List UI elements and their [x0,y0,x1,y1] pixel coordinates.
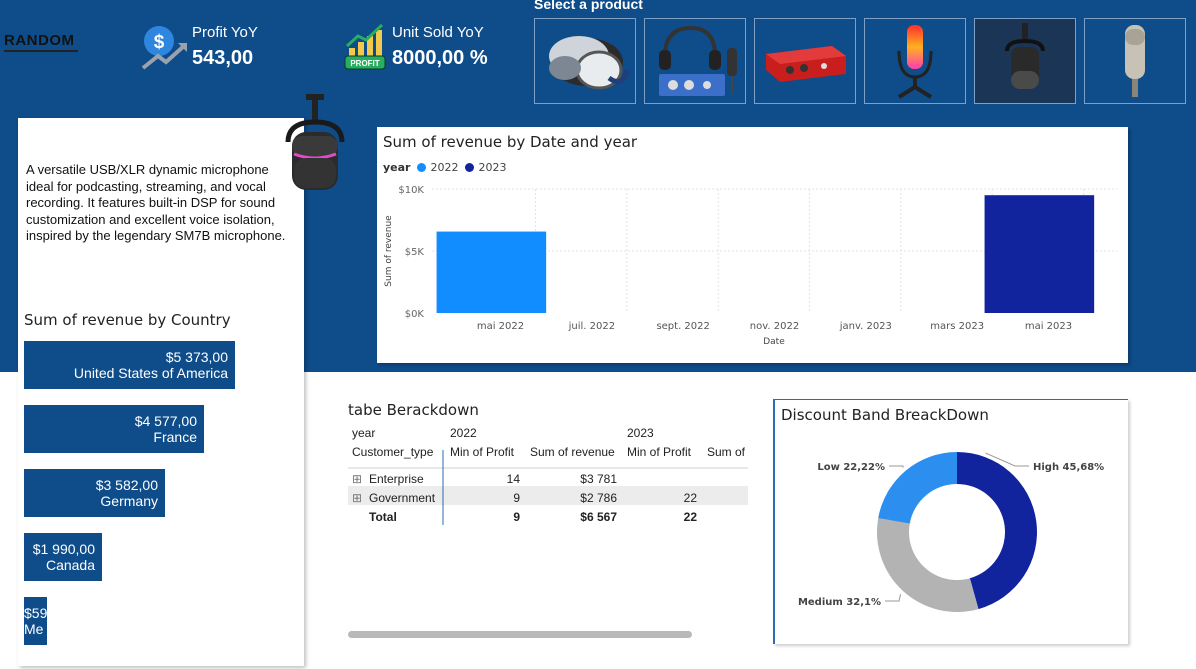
product-tile-condenser-microphone[interactable] [1084,18,1186,104]
country-bar-label: Canada [45,557,95,573]
country-bar-value: $4 577,00 [134,413,197,429]
table-col-sum-2023[interactable]: Sum of [707,445,745,459]
x-tick-label: janv. 2023 [839,321,892,332]
product-description: A versatile USB/XLR dynamic microphone i… [26,162,286,243]
profit-badge-text: PROFIT [350,59,379,68]
table-header-2023: 2023 [627,426,654,440]
logo-text: RANDOM [4,32,75,49]
kpi-profit-value: 543,00 [192,47,254,69]
table-cell-min-profit-2023: 22 [683,491,697,505]
country-bar[interactable]: $3 582,00 Germany [24,469,165,517]
country-bar-label: Germany [100,493,158,509]
table-col-min-profit-2023[interactable]: Min of Profit [627,445,691,459]
dollar-growth-icon: $ [141,26,187,70]
dynamic-microphone-icon [1005,23,1045,89]
table-col-sum-revenue-2022[interactable]: Sum of revenue [530,445,615,459]
kpi-units-value: 8000,00 % [392,47,488,69]
table-cell-min-profit-2022: 14 [506,472,520,486]
table-cell-sum-revenue-2022: $3 781 [580,472,617,486]
expand-row-icon[interactable]: ⊞ [352,472,362,486]
dashboard: RANDOM $ Profit YoY 543,00 PROFIT Unit S… [0,0,1196,669]
country-bar-value: $3 582,00 [95,477,158,493]
donut-slice-label: Low 22,22% [817,462,885,473]
product-tile-audio-interface-bundle[interactable] [644,18,746,104]
y-tick-label: $0K [405,309,425,320]
x-tick-label: juil. 2022 [568,321,615,332]
table-cell-min-profit-2022: 9 [513,491,520,505]
table-cell-customer-type: Enterprise [369,472,424,486]
y-tick-label: $5K [405,247,425,258]
country-bar-value: $5 373,00 [165,349,228,365]
product-tile-red-audio-interface[interactable] [754,18,856,104]
donut-slice-label: Medium 32,1% [798,597,881,608]
slicer-title: Select a product [534,0,643,12]
y-tick-label: $10K [398,185,424,196]
country-bar[interactable]: $4 577,00 France [24,405,204,453]
table-total-min-2022: 9 [513,510,520,524]
x-tick-label: nov. 2022 [750,321,799,332]
revenue-bar-2022[interactable] [436,231,547,313]
table-total-sum-2022: $6 567 [580,510,617,524]
condenser-microphone-icon [1125,25,1145,97]
table-breakdown-card: tabe Berackdown year 2022 2023 Customer_… [347,399,773,643]
kpi-profit-label: Profit YoY [192,24,258,41]
country-bar[interactable]: $59 Me [24,597,47,645]
revenue-bar-2023[interactable] [984,195,1095,313]
studio-bundle-icon [659,25,737,96]
expand-row-icon[interactable]: ⊞ [352,491,362,505]
x-tick-label: mars 2023 [930,321,984,332]
table-header-year: year [352,426,376,440]
country-bar-label: Me [24,621,44,637]
x-axis-title: Date [763,337,785,347]
profit-chart-icon: PROFIT [344,23,386,70]
table-total-label: Total [369,510,397,524]
brand-logo: RANDOM [4,32,78,52]
country-bar-label: France [153,429,197,445]
rgb-microphone-icon [897,25,933,99]
product-tile-dynamic-microphone[interactable] [974,18,1076,104]
headphones-icon [549,36,630,90]
table-col-customer-type[interactable]: Customer_type [352,445,433,459]
country-bar[interactable]: $1 990,00 Canada [24,533,102,581]
kpi-profit: Profit YoY 543,00 [192,24,258,70]
donut-slice-label: High 45,68% [1033,462,1104,473]
donut-slice[interactable] [877,518,979,612]
donut-leader-line [889,465,904,468]
x-tick-label: mai 2023 [1025,321,1072,332]
product-tile-headphones[interactable] [534,18,636,104]
donut-leader-line [885,594,902,602]
x-tick-label: mai 2022 [477,321,524,332]
table-horizontal-scrollbar[interactable] [348,631,692,638]
country-bar[interactable]: $5 373,00 United States of America [24,341,235,389]
kpi-units-label: Unit Sold YoY [392,24,484,41]
microphone-image [285,94,345,190]
country-bar-value: $59 [24,605,47,621]
y-axis-title: Sum of revenue [384,215,394,287]
discount-band-card: Discount Band BreackDown High 45,68% Medi… [773,399,1128,644]
revenue-by-date-card: Sum of revenue by Date and year year 202… [377,127,1128,363]
donut-chart: High 45,68% Medium 32,1% Low 22,22% [798,452,1104,612]
table-cell-customer-type: Government [369,491,436,505]
audio-interface-icon [766,46,846,82]
donut-slice[interactable] [878,452,957,524]
country-bar-value: $1 990,00 [32,541,95,557]
country-bar-label: United States of America [73,365,228,381]
country-chart-title: Sum of revenue by Country [24,311,231,329]
table-col-min-profit-2022[interactable]: Min of Profit [450,445,514,459]
kpi-units-sold: Unit Sold YoY 8000,00 % [392,24,488,70]
table-total-min-2023: 22 [683,510,697,524]
table-cell-sum-revenue-2022: $2 786 [580,491,617,505]
date-chart-plot: $10K $5K $0K mai 2022 juil. 2022 sept. 2022 no… [384,185,1117,347]
x-tick-label: sept. 2022 [656,321,709,332]
product-tile-rgb-microphone[interactable] [864,18,966,104]
table-header-2022: 2022 [450,426,477,440]
svg-text:$: $ [154,32,165,53]
